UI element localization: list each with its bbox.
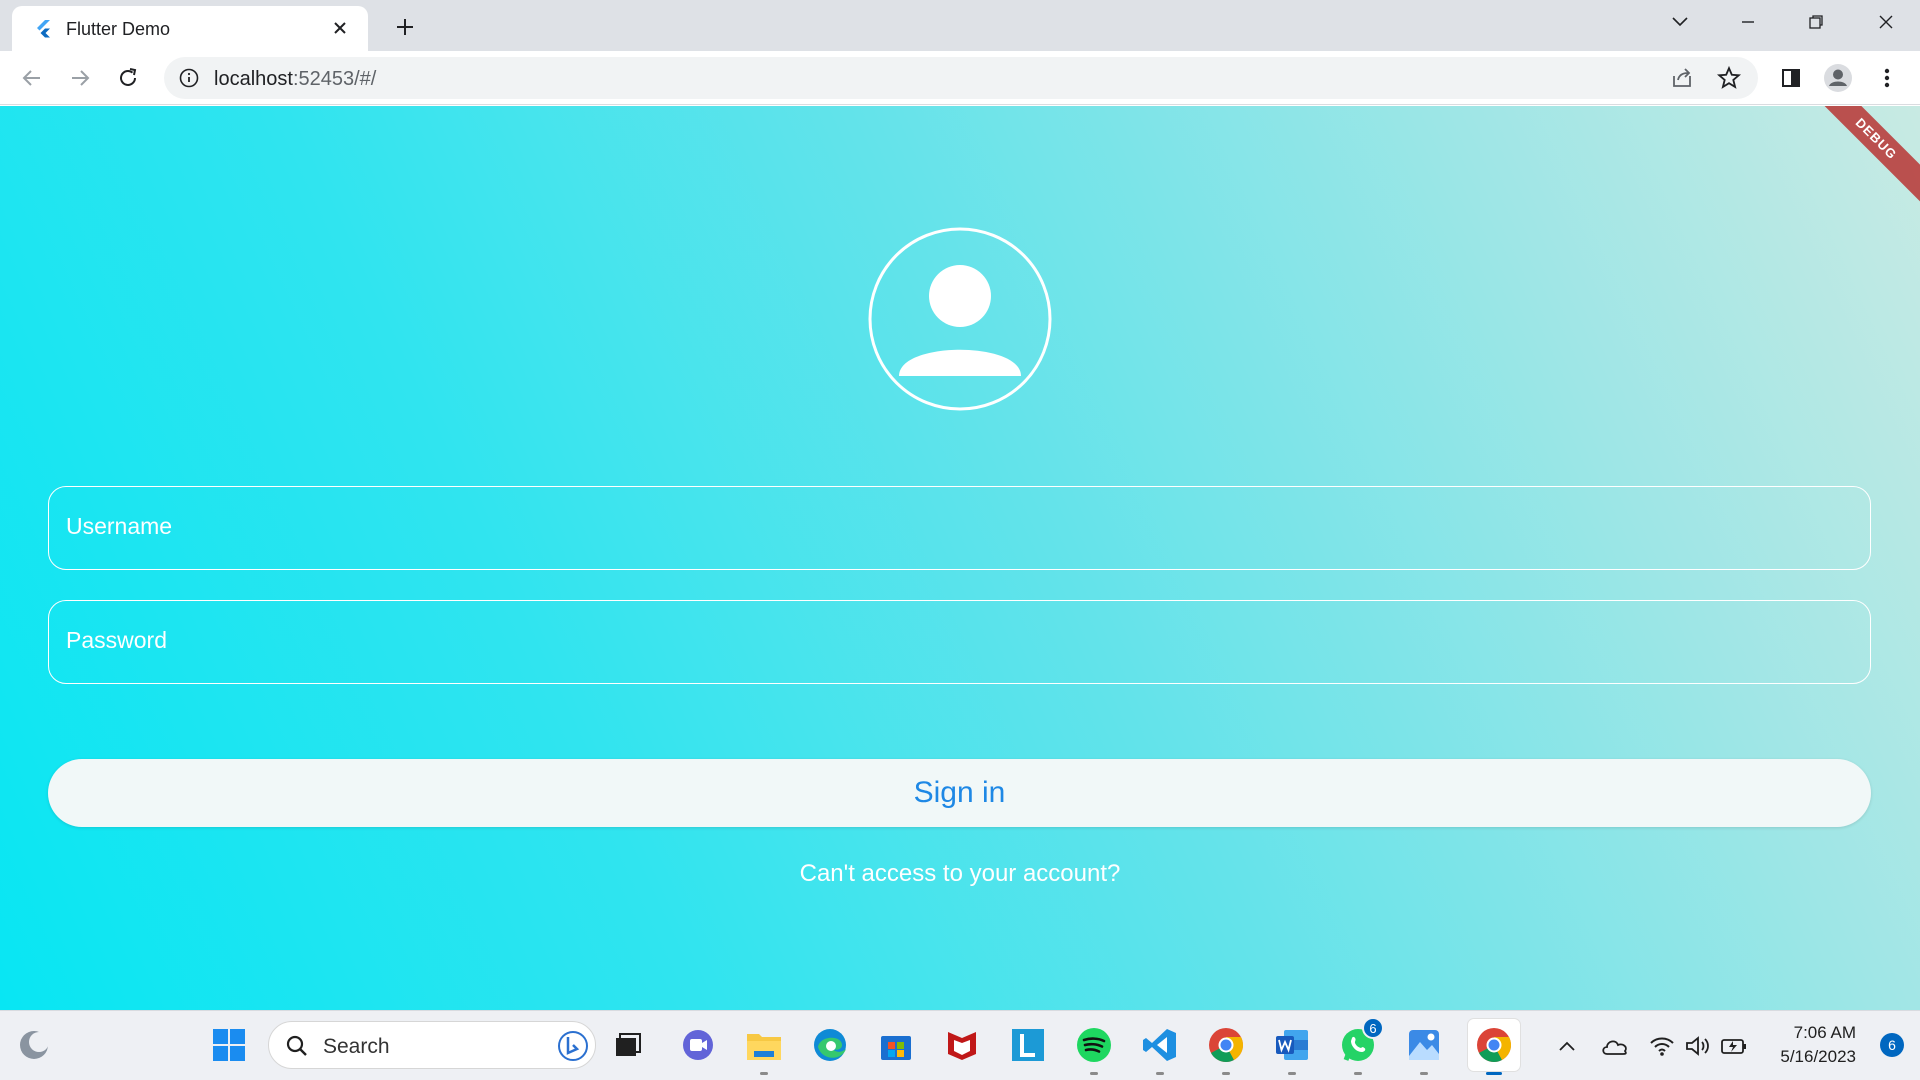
whatsapp-icon[interactable]: 6 (1336, 1017, 1384, 1075)
login-page: DEBUG Username Password Sign in Can't ac… (0, 106, 1920, 1010)
system-clock[interactable]: 7:06 AM 5/16/2023 (1780, 1021, 1856, 1069)
start-windows-icon[interactable] (207, 1023, 251, 1067)
tab-search-chevron-icon[interactable] (1646, 0, 1714, 44)
lucidchart-icon[interactable] (1006, 1023, 1050, 1067)
running-indicator (1288, 1072, 1296, 1075)
windows-taskbar: Search 6 7:06 AM 5/16/2023 6 (0, 1010, 1920, 1080)
flutter-logo-icon (34, 19, 54, 39)
back-arrow-icon[interactable] (17, 63, 47, 93)
running-indicator (1090, 1072, 1098, 1075)
clock-time: 7:06 AM (1793, 1023, 1856, 1042)
new-tab-button[interactable] (388, 10, 422, 44)
share-icon[interactable] (1670, 66, 1694, 90)
search-placeholder: Search (323, 1035, 390, 1058)
edge-browser-icon[interactable] (808, 1023, 852, 1067)
user-avatar-icon (867, 226, 1053, 412)
minimize-window-icon[interactable] (1714, 0, 1782, 44)
word-icon[interactable] (1270, 1023, 1314, 1075)
debug-banner: DEBUG (1803, 106, 1920, 212)
weather-widget-icon[interactable] (12, 1023, 56, 1067)
browser-menu-icon[interactable] (1872, 63, 1902, 93)
chevron-up-icon[interactable] (1552, 1031, 1582, 1061)
onedrive-cloud-icon[interactable] (1600, 1031, 1630, 1061)
restore-window-icon[interactable] (1782, 0, 1850, 44)
bing-chat-icon[interactable] (557, 1030, 589, 1067)
battery-charging-icon[interactable] (1719, 1031, 1749, 1061)
reload-icon[interactable] (113, 63, 143, 93)
url-text: localhost:52453/#/ (214, 68, 377, 90)
vscode-icon[interactable] (1138, 1023, 1182, 1075)
mcafee-icon[interactable] (940, 1023, 984, 1067)
browser-tab[interactable]: Flutter Demo (12, 6, 368, 51)
forward-arrow-icon[interactable] (65, 63, 95, 93)
wifi-icon[interactable] (1647, 1031, 1677, 1061)
chrome-icon[interactable] (1204, 1023, 1248, 1075)
search-icon (285, 1034, 309, 1063)
tab-title: Flutter Demo (66, 19, 171, 39)
profile-avatar-icon[interactable] (1823, 63, 1853, 93)
sign-in-button[interactable]: Sign in (48, 759, 1871, 827)
site-info-icon[interactable] (178, 67, 200, 89)
volume-icon[interactable] (1683, 1031, 1713, 1061)
username-field[interactable]: Username (48, 486, 1871, 570)
close-tab-icon[interactable] (326, 14, 354, 42)
running-indicator (1354, 1072, 1362, 1075)
notification-count-badge[interactable]: 6 (1880, 1033, 1904, 1057)
active-indicator (1486, 1072, 1502, 1075)
running-indicator (760, 1072, 768, 1075)
browser-tab-strip: Flutter Demo (0, 0, 1920, 51)
clock-date: 5/16/2023 (1780, 1047, 1856, 1066)
bookmark-star-icon[interactable] (1716, 65, 1742, 91)
whatsapp-notification-badge: 6 (1362, 1017, 1384, 1039)
browser-toolbar: localhost:52453/#/ (0, 51, 1920, 105)
microsoft-store-icon[interactable] (874, 1023, 918, 1067)
address-bar[interactable]: localhost:52453/#/ (164, 57, 1758, 99)
password-label: Password (66, 627, 167, 653)
chrome-active-icon[interactable] (1468, 1019, 1520, 1075)
close-window-icon[interactable] (1852, 0, 1920, 44)
taskbar-search-box[interactable]: Search (268, 1021, 596, 1069)
cant-access-account-link[interactable]: Can't access to your account? (0, 860, 1920, 888)
task-view-icon[interactable] (606, 1023, 650, 1067)
spotify-icon[interactable] (1072, 1023, 1116, 1075)
running-indicator (1420, 1072, 1428, 1075)
password-field[interactable]: Password (48, 600, 1871, 684)
photos-icon[interactable] (1402, 1023, 1446, 1075)
teams-chat-icon[interactable] (676, 1023, 720, 1067)
file-explorer-icon[interactable] (742, 1023, 786, 1075)
username-label: Username (66, 513, 173, 539)
running-indicator (1156, 1072, 1164, 1075)
side-panel-icon[interactable] (1776, 63, 1806, 93)
running-indicator (1222, 1072, 1230, 1075)
